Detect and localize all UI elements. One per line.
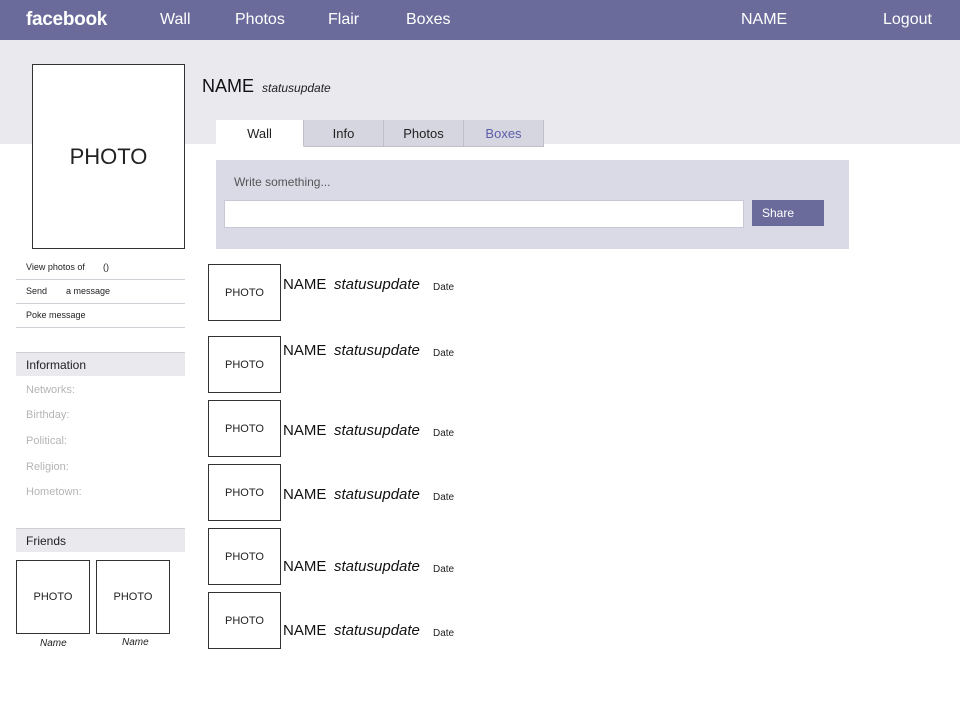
post-author-name[interactable]: NAME <box>283 342 326 359</box>
information-header: Information <box>16 352 185 376</box>
tab-boxes[interactable]: Boxes <box>464 120 544 147</box>
profile-photo[interactable]: PHOTO <box>32 64 185 249</box>
info-hometown: Hometown: <box>26 486 82 498</box>
top-nav-bar: facebook Wall Photos Flair Boxes NAME Lo… <box>0 0 960 40</box>
profile-action-links: View photos of () Send a message Poke me… <box>16 256 185 328</box>
post-author-photo[interactable]: PHOTO <box>208 336 281 393</box>
sidebar-link-extra: () <box>103 262 109 272</box>
post-author-photo[interactable]: PHOTO <box>208 592 281 649</box>
post-author-photo[interactable]: PHOTO <box>208 400 281 457</box>
post-status: statusupdate <box>334 558 420 575</box>
composer-input[interactable] <box>224 200 744 228</box>
post-date: Date <box>433 628 455 639</box>
friend-name[interactable]: Name <box>40 638 67 649</box>
post-date: Date <box>433 428 455 439</box>
info-religion: Religion: <box>26 461 69 473</box>
post-status: statusupdate <box>334 486 420 503</box>
share-button[interactable]: Share <box>752 200 824 226</box>
sidebar-link-label: View photos of <box>26 262 85 272</box>
post-photo-label: PHOTO <box>225 614 264 627</box>
post-photo-label: PHOTO <box>225 486 264 499</box>
sidebar-link-label: Send <box>26 286 48 296</box>
post-date: Date <box>433 348 455 359</box>
friend-photo[interactable]: PHOTO <box>16 560 90 634</box>
post-author-name[interactable]: NAME <box>283 422 326 439</box>
sidebar-link-poke[interactable]: Poke message <box>16 304 185 328</box>
post-author-name[interactable]: NAME <box>283 622 326 639</box>
post-date: Date <box>433 492 455 503</box>
facebook-logo[interactable]: facebook <box>26 0 107 40</box>
tab-wall[interactable]: Wall <box>216 120 304 147</box>
post-author-photo[interactable]: PHOTO <box>208 528 281 585</box>
sidebar-link-view-photos[interactable]: View photos of () <box>16 256 185 280</box>
nav-user-name[interactable]: NAME <box>741 0 787 40</box>
post-photo-label: PHOTO <box>225 550 264 563</box>
logout-link[interactable]: Logout <box>883 0 932 40</box>
post-date: Date <box>433 564 455 575</box>
sidebar-link-send-message[interactable]: Send a message <box>16 280 185 304</box>
nav-link-photos[interactable]: Photos <box>235 0 285 40</box>
post-photo-label: PHOTO <box>225 286 264 299</box>
friend-photo[interactable]: PHOTO <box>96 560 170 634</box>
post-author-name[interactable]: NAME <box>283 558 326 575</box>
sidebar-link-extra: a message <box>66 286 111 296</box>
post-status: statusupdate <box>334 342 420 359</box>
info-birthday: Birthday: <box>26 409 70 421</box>
post-status: statusupdate <box>334 622 420 639</box>
post-date: Date <box>433 282 455 293</box>
sidebar-link-label: Poke message <box>26 310 86 320</box>
tab-info[interactable]: Info <box>304 120 384 147</box>
nav-link-boxes[interactable]: Boxes <box>406 0 450 40</box>
post-status: statusupdate <box>334 422 420 439</box>
nav-link-flair[interactable]: Flair <box>328 0 359 40</box>
profile-status: statusupdate <box>262 81 331 95</box>
info-political: Political: <box>26 435 67 447</box>
composer-prompt: Write something... <box>234 175 331 189</box>
tab-photos[interactable]: Photos <box>384 120 464 147</box>
nav-link-wall[interactable]: Wall <box>160 0 191 40</box>
wall-composer: Write something... Share <box>216 160 849 249</box>
profile-name: NAME <box>202 76 255 96</box>
friend-photo-label: PHOTO <box>113 591 153 603</box>
profile-photo-label: PHOTO <box>69 143 148 169</box>
friends-header: Friends <box>16 528 185 552</box>
post-author-photo[interactable]: PHOTO <box>208 264 281 321</box>
post-author-name[interactable]: NAME <box>283 486 326 503</box>
post-photo-label: PHOTO <box>225 422 264 435</box>
post-author-photo[interactable]: PHOTO <box>208 464 281 521</box>
friend-photo-label: PHOTO <box>33 591 73 603</box>
post-author-name[interactable]: NAME <box>283 276 326 293</box>
profile-tabs: Wall Info Photos Boxes <box>216 120 544 147</box>
info-networks: Networks: <box>26 384 75 396</box>
friend-name[interactable]: Name <box>122 637 149 648</box>
post-photo-label: PHOTO <box>225 358 264 371</box>
post-status: statusupdate <box>334 276 420 293</box>
